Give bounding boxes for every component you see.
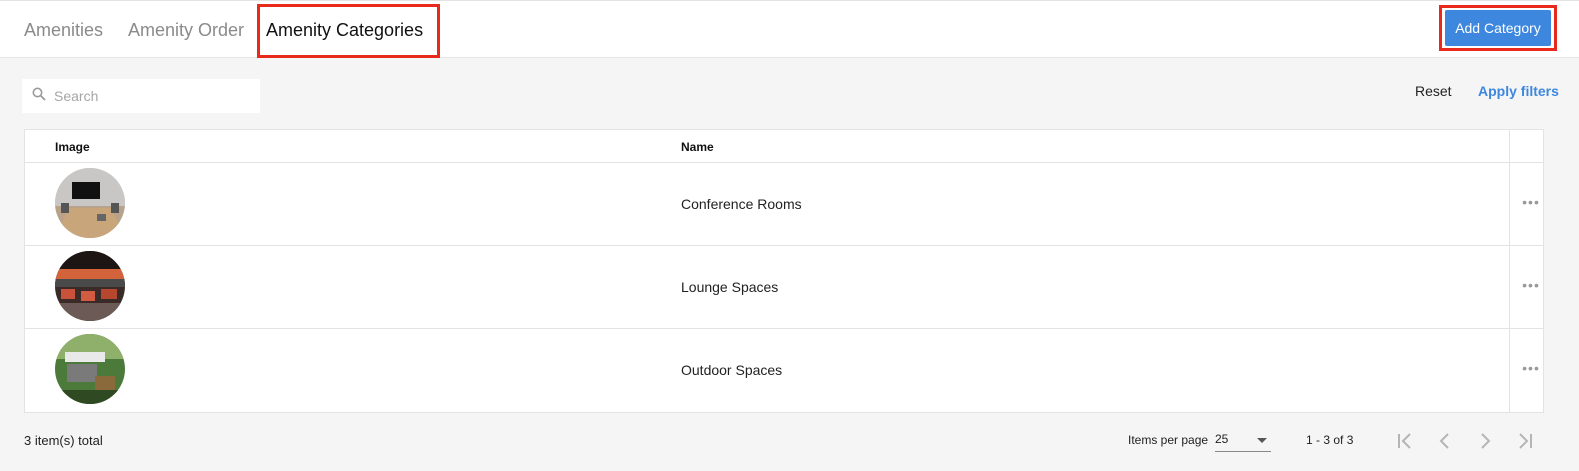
items-total: 3 item(s) total (24, 433, 103, 448)
items-per-page-label: Items per page (1128, 433, 1209, 447)
table-row[interactable]: Lounge Spaces ••• (25, 245, 1543, 329)
outdoor-photo (55, 334, 125, 404)
last-page-icon[interactable] (1514, 430, 1536, 452)
conference-room-photo (55, 168, 125, 238)
tab-amenity-order[interactable]: Amenity Order (128, 1, 244, 59)
top-header: Amenities Amenity Order Amenity Categori… (0, 0, 1579, 58)
lounge-photo (55, 251, 125, 321)
tab-amenities[interactable]: Amenities (24, 1, 103, 59)
category-name: Outdoor Spaces (681, 362, 783, 378)
categories-table: Image Name Conference Rooms ••• Lounge S… (24, 129, 1544, 413)
search-field[interactable] (22, 79, 260, 113)
table-row[interactable]: Conference Rooms ••• (25, 162, 1543, 246)
more-actions-icon[interactable]: ••• (1521, 275, 1541, 295)
more-actions-icon[interactable]: ••• (1521, 358, 1541, 378)
next-page-icon[interactable] (1474, 430, 1496, 452)
search-icon (32, 87, 46, 106)
highlight-box-button (1439, 5, 1557, 51)
items-per-page-value: 25 (1215, 432, 1229, 446)
category-name: Conference Rooms (681, 196, 802, 212)
category-name: Lounge Spaces (681, 279, 779, 295)
previous-page-icon[interactable] (1434, 430, 1456, 452)
first-page-icon[interactable] (1394, 430, 1416, 452)
more-actions-icon[interactable]: ••• (1521, 192, 1541, 212)
reset-button[interactable]: Reset (1415, 83, 1452, 99)
apply-filters-button[interactable]: Apply filters (1478, 83, 1559, 99)
search-input[interactable] (54, 88, 244, 104)
chevron-down-icon (1257, 438, 1267, 443)
column-header-name[interactable]: Name (681, 140, 714, 154)
pagination-range: 1 - 3 of 3 (1306, 433, 1354, 447)
highlight-box-tab (257, 4, 440, 58)
column-header-image[interactable]: Image (55, 140, 90, 154)
items-per-page-select[interactable]: 25 (1215, 427, 1271, 452)
table-row[interactable]: Outdoor Spaces ••• (25, 328, 1543, 412)
